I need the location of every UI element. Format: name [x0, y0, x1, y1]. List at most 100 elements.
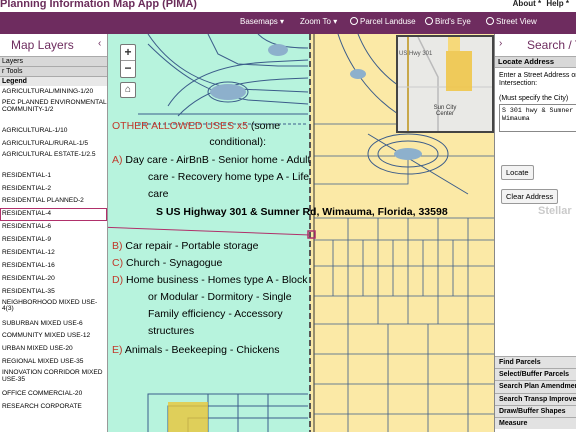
- zoom-to-label: Zoom To: [300, 17, 331, 26]
- use-line: Home business - Homes type A - Block: [126, 274, 308, 286]
- map-canvas[interactable]: + − ⌂ US Hwy 301 Sun City Center OTHER A…: [108, 34, 494, 432]
- allowed-use-e: E) Animals - Beekeeping - Chickens: [112, 342, 280, 359]
- legend-item: RESIDENTIAL-35: [2, 287, 55, 295]
- overlay-heading: OTHER ALLOWED USES x5 (some: [112, 120, 280, 132]
- tools-section[interactable]: r Tools: [0, 66, 107, 76]
- locate-button[interactable]: Locate: [501, 165, 534, 180]
- city-hint: (Must specify the City): [499, 95, 569, 102]
- legend-item: RESIDENTIAL-9: [2, 236, 52, 244]
- legend-item: INNOVATION CORRIDOR MIXED USE-35: [2, 369, 103, 383]
- commercial-parcel: [168, 402, 208, 432]
- search-plan-amendments-tool[interactable]: Search Plan Amendments: [495, 380, 576, 393]
- use-line: structures: [148, 325, 195, 337]
- select-buffer-parcels-tool[interactable]: Select/Buffer Parcels: [495, 368, 576, 381]
- chevron-down-icon: ▾: [333, 17, 338, 26]
- parcel-landuse-button[interactable]: Parcel Landuse: [350, 17, 416, 26]
- title-bar: Planning Information Map App (PIMA) Abou…: [0, 0, 576, 12]
- legend-item: RESIDENTIAL-6: [2, 223, 52, 231]
- street-view-button[interactable]: Street View: [486, 17, 537, 26]
- clear-address-button[interactable]: Clear Address: [501, 189, 559, 204]
- use-line: or Modular - Dormitory - Single: [148, 291, 292, 303]
- legend-item: AGRICULTURAL-1/10: [2, 126, 68, 134]
- use-line: Church - Synagogue: [126, 257, 223, 269]
- watermark: Stellar: [538, 205, 572, 217]
- right-panel-header: › Search / To: [495, 34, 576, 56]
- overlay-heading-rest: (some: [247, 120, 281, 132]
- use-line: care: [148, 188, 169, 200]
- use-line: Car repair - Portable storage: [125, 240, 259, 252]
- use-line: Day care - AirBnB - Senior home - Adult: [125, 154, 311, 166]
- parcel-landuse-label: Parcel Landuse: [360, 17, 416, 26]
- legend-item: NEIGHBORHOOD MIXED USE-4(3): [2, 298, 98, 313]
- legend-item: RESIDENTIAL-20: [2, 274, 55, 282]
- address-annotation: S US Highway 301 & Sumner Rd, Wimauma, F…: [156, 206, 448, 218]
- legend-item: RESIDENTIAL-1: [2, 171, 52, 179]
- legend-item: SUBURBAN MIXED USE-6: [2, 319, 83, 327]
- letter-a: A): [112, 154, 123, 166]
- map-layers-panel: Map Layers ‹ Layers r Tools Legend AGRIC…: [0, 34, 108, 432]
- legend-item: RESIDENTIAL PLANNED-2: [2, 197, 84, 205]
- chevron-down-icon: ▾: [280, 17, 285, 26]
- locate-address-section[interactable]: Locate Address: [495, 56, 576, 68]
- street-view-label: Street View: [496, 17, 537, 26]
- overview-road-label: US Hwy 301: [399, 51, 433, 57]
- zoom-to-menu[interactable]: Zoom To ▾: [300, 17, 337, 26]
- legend-item: RESEARCH CORPORATE: [2, 403, 82, 411]
- legend-item: AGRICULTURAL ESTATE-1/2.5: [2, 150, 96, 158]
- zoom-in-button[interactable]: +: [121, 45, 135, 61]
- legend-item: OFFICE COMMERCIAL-20: [2, 390, 83, 398]
- legend-section[interactable]: Legend: [0, 76, 107, 86]
- search-tools-panel: › Search / To Locate Address Enter a Str…: [494, 34, 576, 432]
- legend-item: REGIONAL MIXED USE-35: [2, 358, 84, 366]
- street-view-icon: [486, 17, 494, 25]
- overview-place-label: Sun City Center: [433, 105, 457, 117]
- toolbar: Basemaps ▾ Zoom To ▾ Parcel Landuse Bird…: [0, 12, 576, 34]
- letter-c: C): [112, 257, 124, 269]
- chevron-left-icon[interactable]: ‹: [98, 38, 101, 49]
- use-line: care - Recovery home type A - Life: [148, 171, 310, 183]
- help-link[interactable]: Help *: [546, 0, 569, 8]
- legend-item: URBAN MIXED USE-20: [2, 345, 73, 353]
- letter-e: E): [112, 344, 123, 356]
- basemaps-label: Basemaps: [240, 17, 278, 26]
- legend-item: RESIDENTIAL-12: [2, 249, 55, 257]
- zoom-control: + −: [120, 44, 136, 78]
- birds-eye-label: Bird's Eye: [435, 17, 471, 26]
- legend-item-selected: RESIDENTIAL-4: [0, 208, 107, 222]
- zoom-out-button[interactable]: −: [121, 61, 135, 77]
- chevron-right-icon[interactable]: ›: [499, 38, 502, 49]
- address-hint: Enter a Street Address or Intersection:: [499, 72, 576, 87]
- layers-section[interactable]: Layers: [0, 56, 107, 66]
- home-icon[interactable]: ⌂: [120, 82, 136, 98]
- panel-title: Map Layers: [11, 38, 74, 52]
- overview-map[interactable]: US Hwy 301 Sun City Center: [396, 35, 494, 133]
- birds-eye-button[interactable]: Bird's Eye: [425, 17, 471, 26]
- letter-b: B): [112, 240, 123, 252]
- about-link[interactable]: About *: [513, 0, 541, 8]
- allowed-use-c: C) Church - Synagogue: [112, 255, 222, 272]
- top-links: About * Help *: [510, 0, 572, 8]
- app-title: Planning Information Map App (PIMA): [0, 0, 197, 10]
- allowed-uses-overlay: OTHER ALLOWED USES x5 (some conditional)…: [112, 118, 310, 370]
- bird-icon: [425, 17, 433, 25]
- legend-item: PEC PLANNED ENVIRONMENTAL COMMUNITY-1/2: [2, 98, 107, 113]
- parcel-icon: [350, 17, 358, 25]
- legend-item: COMMUNITY MIXED USE-12: [2, 332, 91, 340]
- basemaps-menu[interactable]: Basemaps ▾: [240, 17, 284, 26]
- use-line: Animals - Beekeeping - Chickens: [124, 344, 280, 356]
- draw-buffer-shapes-tool[interactable]: Draw/Buffer Shapes: [495, 404, 576, 417]
- legend-item: AGRICULTURAL/MINING-1/20: [2, 88, 94, 95]
- use-line: Family efficiency - Accessory: [148, 308, 283, 320]
- search-transp-improvements-tool[interactable]: Search Transp Improvements: [495, 392, 576, 405]
- overlay-heading-line2: conditional):: [209, 136, 266, 148]
- measure-tool[interactable]: Measure: [495, 416, 576, 430]
- left-panel-header: Map Layers ‹: [0, 34, 107, 56]
- address-input[interactable]: S 301 hwy & Sumner Wimauma: [499, 104, 576, 132]
- allowed-use-a: A) Day care - AirBnB - Senior home - Adu…: [112, 152, 310, 203]
- allowed-use-d: D) Home business - Homes type A - Block …: [112, 272, 308, 340]
- legend-item: RESIDENTIAL-2: [2, 184, 52, 192]
- legend-item: RESIDENTIAL-16: [2, 261, 55, 269]
- panel-title: Search / To: [527, 38, 576, 52]
- legend-list: AGRICULTURAL/MINING-1/20 PEC PLANNED ENV…: [0, 86, 107, 414]
- find-parcels-tool[interactable]: Find Parcels: [495, 356, 576, 369]
